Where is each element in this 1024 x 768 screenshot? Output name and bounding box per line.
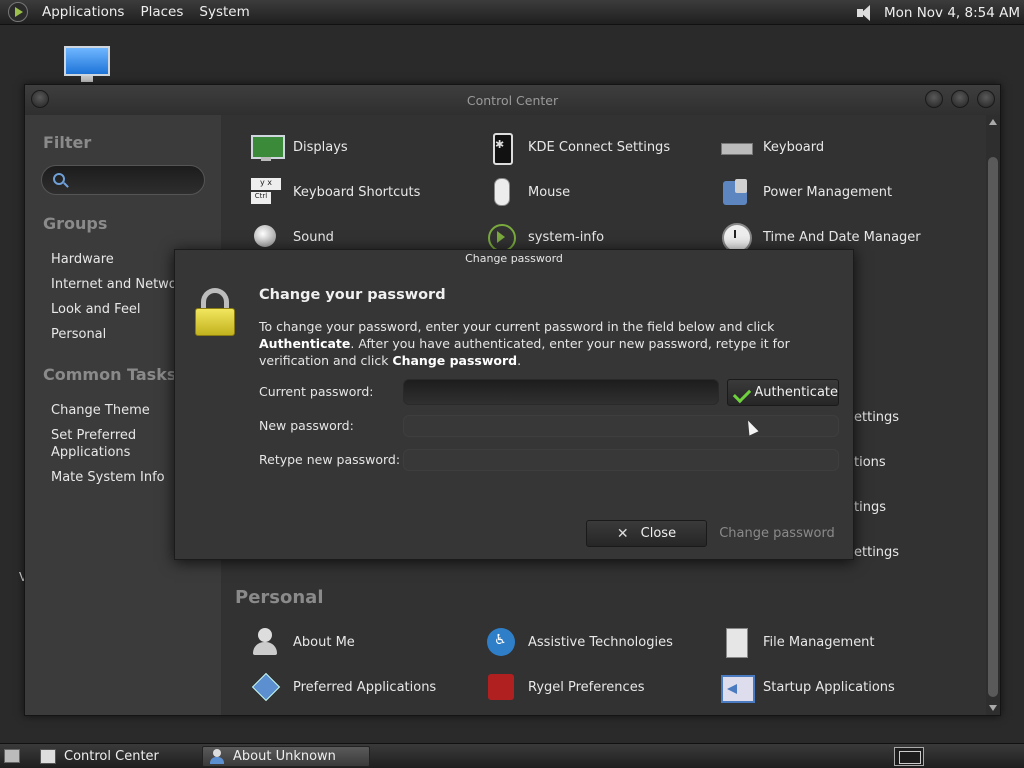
scroll-down-icon[interactable] xyxy=(989,705,997,711)
volume-icon[interactable] xyxy=(854,3,876,23)
item-keyboard-shortcuts[interactable]: Keyboard Shortcuts xyxy=(249,176,479,208)
change-password-button[interactable]: Change password xyxy=(715,520,839,547)
phone-icon xyxy=(484,132,518,165)
mate-logo-icon[interactable] xyxy=(8,2,28,22)
checkmark-icon xyxy=(734,386,742,400)
file-cabinet-icon xyxy=(719,627,753,658)
new-password-input[interactable] xyxy=(403,415,839,437)
display-icon xyxy=(249,132,285,162)
sound-icon xyxy=(249,222,283,252)
clock[interactable]: Mon Nov 4, 8:54 AM xyxy=(884,5,1020,21)
partial-item-label[interactable]: ettings xyxy=(854,545,899,560)
search-icon xyxy=(53,173,65,185)
current-password-input[interactable] xyxy=(403,379,719,405)
menu-places[interactable]: Places xyxy=(132,4,191,20)
shortcut-icon xyxy=(249,177,283,207)
new-password-label: New password: xyxy=(259,418,354,433)
user-icon xyxy=(209,749,225,764)
computer-desktop-icon[interactable] xyxy=(62,46,112,82)
minimize-icon[interactable] xyxy=(925,90,943,108)
groups-heading: Groups xyxy=(43,214,108,233)
item-file-management[interactable]: File Management xyxy=(719,626,949,658)
item-rygel-preferences[interactable]: Rygel Preferences xyxy=(484,671,714,703)
filter-heading: Filter xyxy=(43,133,92,152)
current-password-label: Current password: xyxy=(259,384,374,399)
clock-icon xyxy=(719,222,753,253)
task-control-center[interactable]: Control Center xyxy=(34,746,198,767)
keyboard-icon xyxy=(719,132,753,162)
scroll-thumb[interactable] xyxy=(988,157,998,697)
window-title: Control Center xyxy=(466,93,559,108)
accessibility-icon xyxy=(484,627,518,657)
item-displays[interactable]: Displays xyxy=(249,131,479,163)
system-info-icon xyxy=(484,222,518,252)
filter-input[interactable] xyxy=(41,165,205,195)
partial-item-label[interactable]: tions xyxy=(854,455,886,470)
item-kde-connect[interactable]: KDE Connect Settings xyxy=(484,131,714,165)
maximize-icon[interactable] xyxy=(951,90,969,108)
item-keyboard[interactable]: Keyboard xyxy=(719,131,949,163)
change-password-dialog: Change password Change your password To … xyxy=(174,249,854,560)
control-center-icon xyxy=(40,749,56,764)
item-power-management[interactable]: Power Management xyxy=(719,176,949,208)
item-startup-applications[interactable]: Startup Applications xyxy=(719,671,949,703)
window-titlebar[interactable]: Control Center xyxy=(25,85,1000,115)
retype-password-input[interactable] xyxy=(403,449,839,471)
dialog-title: Change password xyxy=(465,252,563,265)
lock-icon xyxy=(195,288,235,336)
dialog-heading: Change your password xyxy=(259,287,446,303)
preferred-apps-icon xyxy=(249,672,283,702)
power-icon xyxy=(719,177,753,207)
item-about-me[interactable]: About Me xyxy=(249,626,479,658)
startup-icon xyxy=(719,672,755,703)
show-desktop-icon[interactable] xyxy=(4,749,20,763)
task-preferred-apps[interactable]: Set Preferred Applications xyxy=(51,427,161,461)
close-button[interactable]: ✕ Close xyxy=(586,520,707,547)
authenticate-button[interactable]: Authenticate xyxy=(727,379,839,406)
close-icon: ✕ xyxy=(616,525,629,542)
personal-section-heading: Personal xyxy=(235,587,324,608)
item-mouse[interactable]: Mouse xyxy=(484,176,714,208)
rygel-icon xyxy=(484,672,518,702)
scroll-up-icon[interactable] xyxy=(989,119,997,125)
retype-password-label: Retype new password: xyxy=(259,452,401,467)
bottom-panel: Control Center About Unknown xyxy=(0,743,1024,768)
partial-item-label[interactable]: ettings xyxy=(854,410,899,425)
menu-system[interactable]: System xyxy=(191,4,257,20)
item-assistive-technologies[interactable]: Assistive Technologies xyxy=(484,626,714,658)
close-window-icon[interactable] xyxy=(977,90,995,108)
notification-area: Mon Nov 4, 8:54 AM xyxy=(854,0,1020,25)
partial-item-label[interactable]: tings xyxy=(854,500,886,515)
about-me-icon xyxy=(249,627,283,657)
top-panel: Applications Places System Mon Nov 4, 8:… xyxy=(0,0,1024,25)
menu-applications[interactable]: Applications xyxy=(34,4,132,20)
dialog-description: To change your password, enter your curr… xyxy=(259,319,790,368)
workspace-switcher[interactable] xyxy=(894,747,924,766)
mouse-icon xyxy=(484,177,518,207)
task-about-unknown[interactable]: About Unknown xyxy=(202,746,370,767)
common-tasks-heading: Common Tasks xyxy=(43,365,177,384)
item-preferred-applications[interactable]: Preferred Applications xyxy=(249,671,479,703)
content-scrollbar[interactable] xyxy=(986,115,1000,715)
